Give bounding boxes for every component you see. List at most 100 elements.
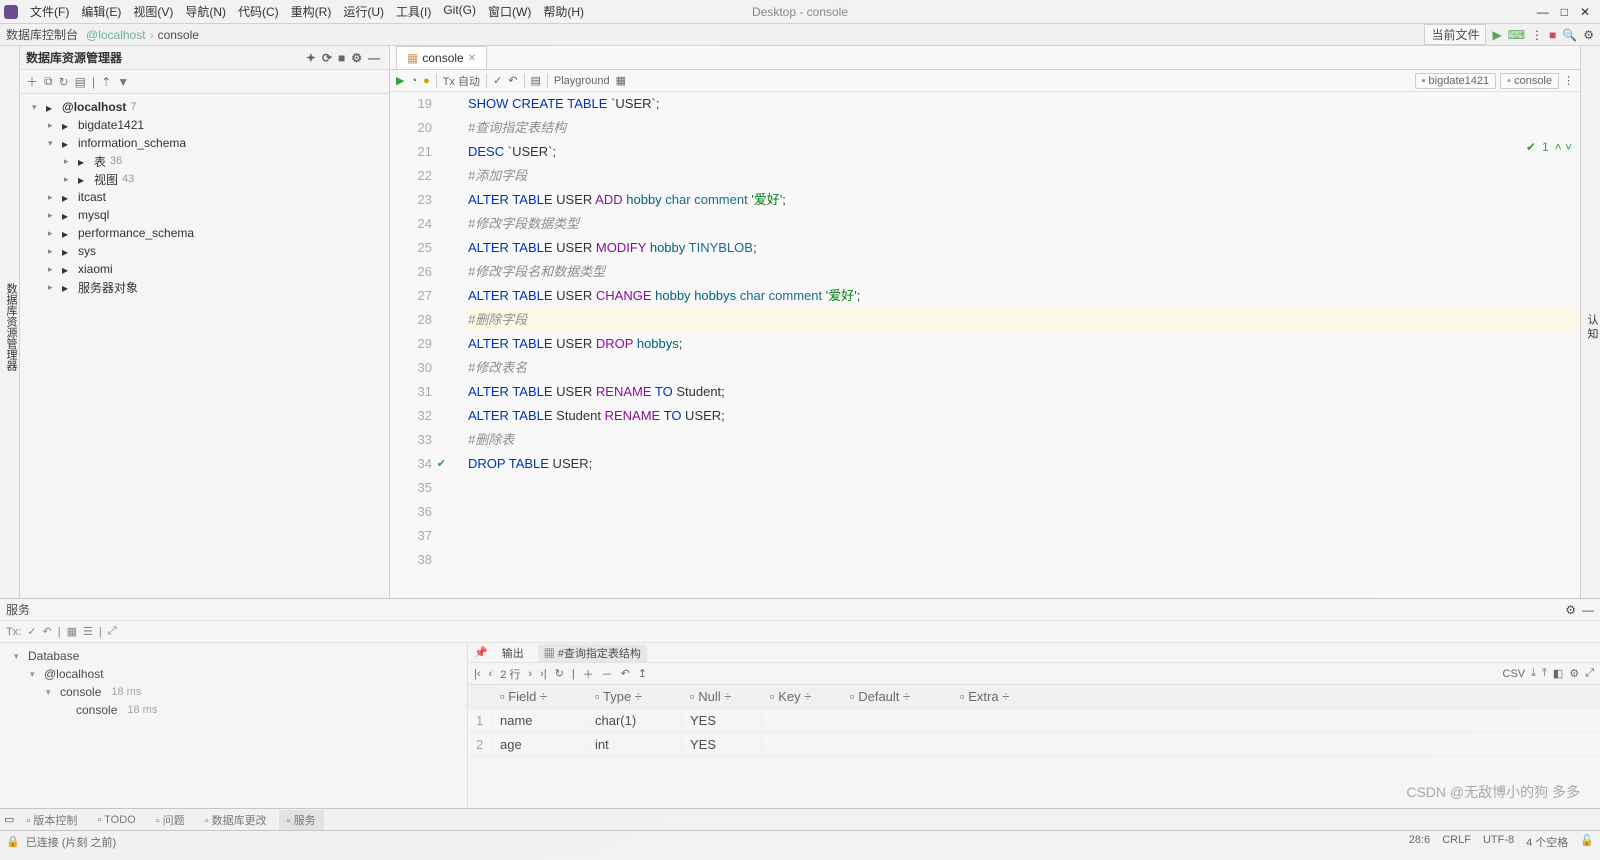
import-icon[interactable]: ⤒ [1542,667,1547,680]
service-tree-row[interactable]: console18 ms [4,701,463,719]
encoding[interactable]: UTF-8 [1483,834,1514,850]
settings-icon[interactable]: ⚙ [1583,28,1594,42]
menu-item[interactable]: 运行(U) [337,1,390,22]
service-tree-row[interactable]: ▾console18 ms [4,683,463,701]
add-row-icon[interactable]: ＋ [583,666,594,682]
readonly-icon[interactable]: 🔓 [1580,834,1594,850]
tree-row[interactable]: ▸▸表36 [22,152,387,170]
explain-icon[interactable]: ● [423,75,430,87]
menu-item[interactable]: 窗口(W) [482,1,537,22]
left-stripe-database[interactable]: 数据库资源管理器 [0,46,20,598]
window-maximize[interactable]: □ [1561,5,1568,19]
window-minimize[interactable]: — [1537,5,1549,19]
execute-plan-icon[interactable]: ◔ [410,75,417,87]
crumb-root[interactable]: 数据库控制台 [6,26,78,43]
bottom-tab[interactable]: ▫ 数据库更改 [197,810,275,830]
pin-icon[interactable]: 📌 [474,646,488,659]
tree-row[interactable]: ▸▸bigdate1421 [22,116,387,134]
bottom-tab[interactable]: ▫ 服务 [279,810,324,830]
table-row[interactable]: 2ageintYES [468,733,1600,757]
expand-icon[interactable]: ⤢ [108,625,117,638]
add-icon[interactable]: ＋ [26,73,38,90]
result-tab[interactable]: ▦ #查询指定表结构 [538,644,647,662]
more-run-icon[interactable]: ⋮ [1531,28,1543,42]
bottom-tab[interactable]: ▫ 问题 [148,810,193,830]
tree-row[interactable]: ▸▸performance_schema [22,224,387,242]
rollback-icon[interactable]: ↶ [43,625,52,638]
expand-icon[interactable]: ⤢ [1585,667,1594,680]
service-tree-row[interactable]: ▾@localhost [4,665,463,683]
menu-item[interactable]: 重构(R) [285,1,338,22]
menu-item[interactable]: 导航(N) [179,1,232,22]
settings-icon[interactable]: ⚙ [1569,667,1579,680]
export-format[interactable]: CSV [1503,668,1526,680]
submit-icon[interactable]: ↥ [638,667,647,680]
collapse-icon[interactable]: ⇡ [101,75,111,89]
last-page-icon[interactable]: ›| [540,668,547,680]
reload-icon[interactable]: ↻ [555,667,564,680]
more-icon[interactable]: ⋮ [1563,74,1574,87]
revert-icon[interactable]: ↶ [621,667,630,680]
inspection-widget[interactable]: ✔ 1 ˄ ˅ [1526,140,1572,154]
caret-pos[interactable]: 28:6 [1409,834,1430,850]
tree-row[interactable]: ▸▸视图43 [22,170,387,188]
view-icon[interactable]: ◧ [1553,667,1563,680]
grid-icon[interactable]: ▦ [67,625,77,638]
new-ds-icon[interactable]: ✦ [303,51,319,65]
stop-icon[interactable]: ■ [1549,28,1556,42]
attach-icon[interactable]: ▦ [616,74,626,87]
tree-row[interactable]: ▾▸@localhost7 [22,98,387,116]
services-tree[interactable]: ▾Database▾@localhost▾console18 msconsole… [0,643,468,808]
tx-mode[interactable]: Tx 自动 [443,73,480,89]
first-page-icon[interactable]: |‹ [474,668,481,680]
schema-chip[interactable]: ▪ bigdate1421 [1415,73,1497,89]
window-close[interactable]: ✕ [1580,5,1590,19]
bottom-tab[interactable]: ▫ TODO [89,812,143,828]
remove-row-icon[interactable]: － [602,666,613,682]
right-stripe[interactable]: 认 知 [1580,46,1600,598]
output-tab[interactable]: 输出 [496,644,530,662]
line-sep[interactable]: CRLF [1442,834,1471,850]
commit-icon[interactable]: ✓ [27,625,36,638]
tree-row[interactable]: ▾▸information_schema [22,134,387,152]
filter-icon[interactable]: ▼ [117,75,129,89]
crumb-host[interactable]: @localhost [86,28,146,42]
menu-item[interactable]: 视图(V) [127,1,179,22]
menu-item[interactable]: 工具(I) [390,1,437,22]
export-icon[interactable]: ⤓ [1531,667,1536,680]
crumb-console[interactable]: console [158,28,199,42]
search-icon[interactable]: 🔍 [1562,28,1577,42]
menu-item[interactable]: Git(G) [437,1,482,22]
rollback-icon[interactable]: ↶ [508,74,517,87]
toolwin-icon[interactable]: ▭ [4,813,14,826]
tree-row[interactable]: ▸▸xiaomi [22,260,387,278]
playground-label[interactable]: Playground [554,75,610,87]
close-icon[interactable]: ✕ [468,53,476,64]
table-row[interactable]: 1namechar(1)YES [468,709,1600,733]
tree-row[interactable]: ▸▸sys [22,242,387,260]
next-page-icon[interactable]: › [528,668,532,680]
tree-row[interactable]: ▸▸itcast [22,188,387,206]
panel-settings-icon[interactable]: ⚙ [348,51,365,65]
indent[interactable]: 4 个空格 [1526,834,1568,850]
code-editor[interactable]: 19202122232425262728293031323334✔3536373… [390,92,1580,598]
refresh-icon[interactable]: ⟳ [319,51,335,65]
duplicate-icon[interactable]: ⧉ [44,74,53,89]
db-tree[interactable]: ▾▸@localhost7▸▸bigdate1421▾▸information_… [20,94,389,300]
prev-page-icon[interactable]: ‹ [489,668,493,680]
minimize-icon[interactable]: — [1582,603,1594,617]
gear-icon[interactable]: ⚙ [1565,603,1576,617]
list-icon[interactable]: ☰ [83,625,93,638]
console-chip[interactable]: ▪ console [1500,73,1559,89]
limit-icon[interactable]: ▤ [531,74,541,87]
tab-console[interactable]: ▦ console ✕ [396,46,487,69]
tree-row[interactable]: ▸▸mysql [22,206,387,224]
service-tree-row[interactable]: ▾Database [4,647,463,665]
stop-icon[interactable]: ■ [335,51,348,65]
menu-item[interactable]: 帮助(H) [537,1,590,22]
minimize-panel-icon[interactable]: — [365,51,383,65]
tree-row[interactable]: ▸▸服务器对象 [22,278,387,296]
execute-icon[interactable]: ▶ [396,74,404,87]
menu-item[interactable]: 编辑(E) [75,1,127,22]
bottom-tab[interactable]: ▫ 版本控制 [18,810,85,830]
